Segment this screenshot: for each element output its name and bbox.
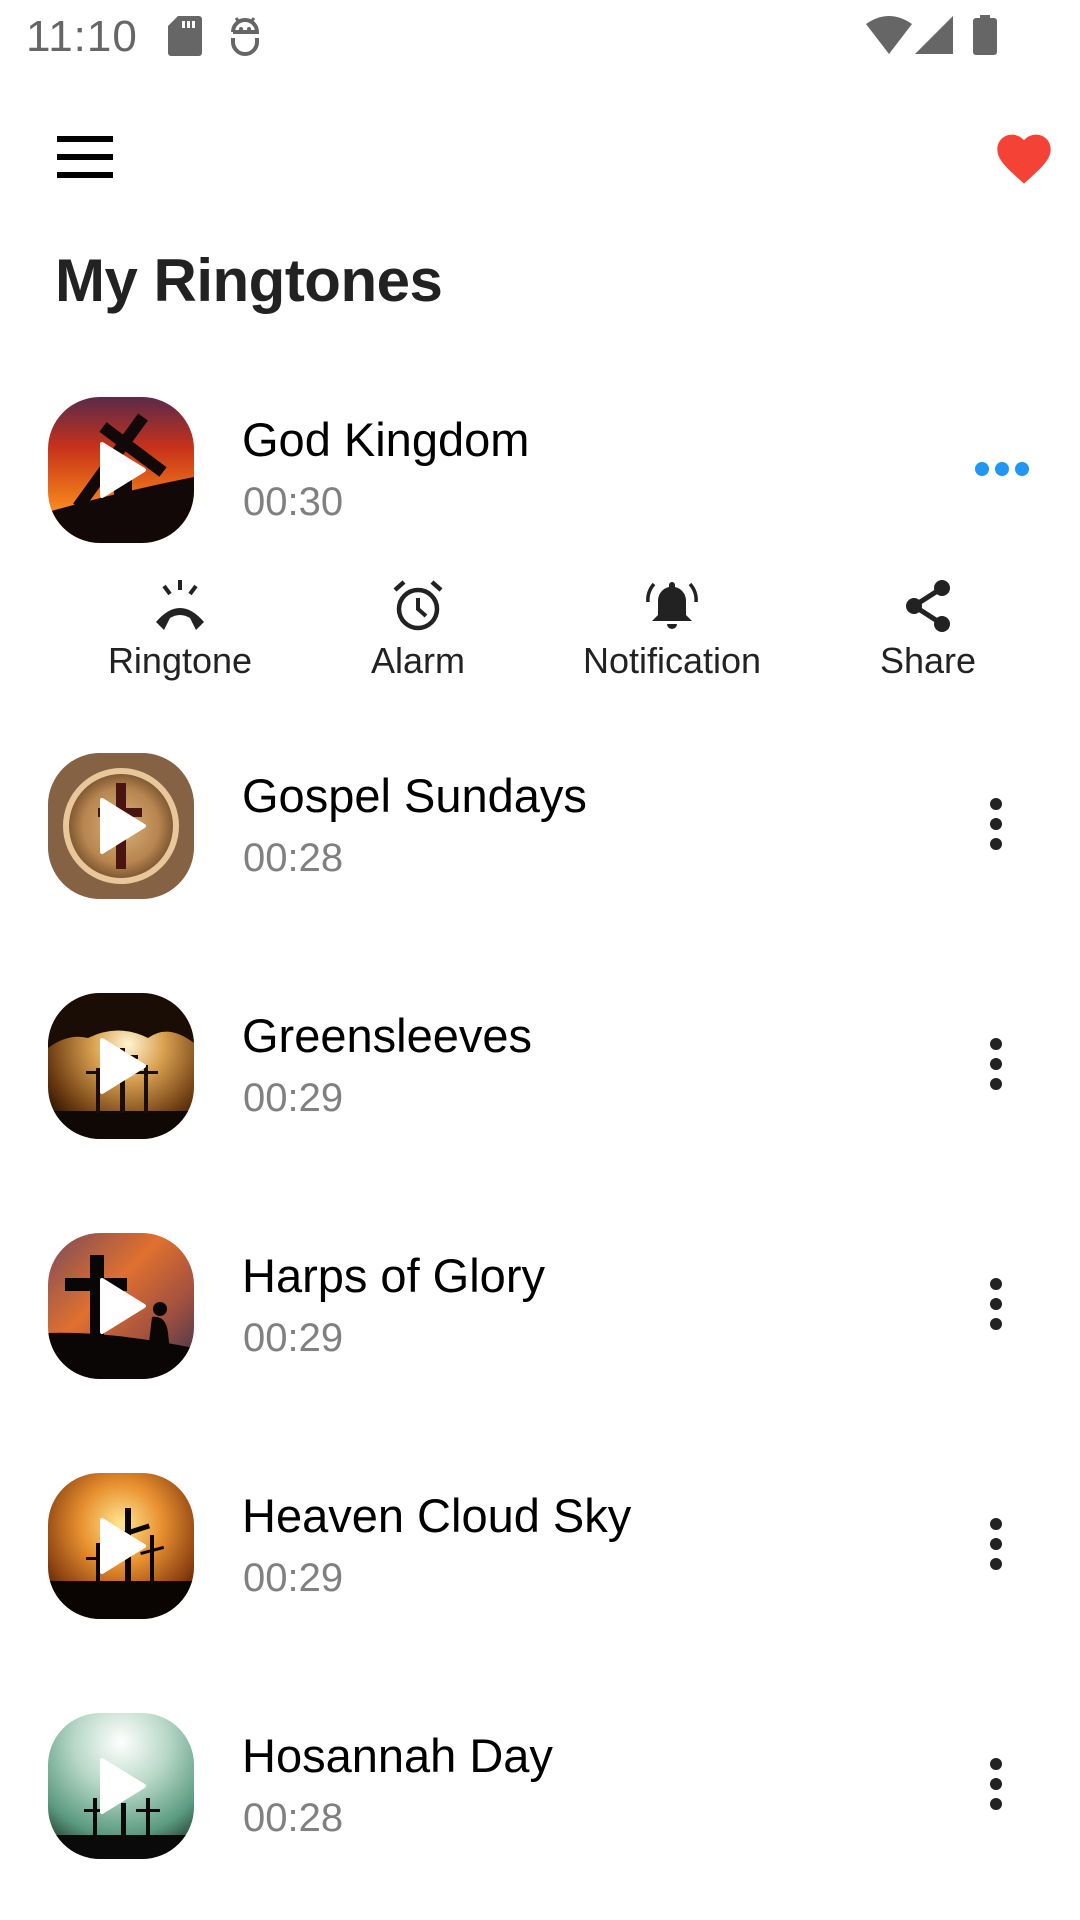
ringtone-row-harps-of-glory[interactable]: Harps of Glory 00:29 bbox=[0, 1186, 1080, 1426]
play-icon[interactable] bbox=[98, 1758, 146, 1814]
share-button[interactable]: Share bbox=[818, 578, 1038, 688]
ringtone-thumbnail[interactable] bbox=[48, 1233, 194, 1379]
ringtone-row-god-kingdom[interactable]: God Kingdom 00:30 bbox=[0, 350, 1080, 590]
play-icon[interactable] bbox=[98, 1038, 146, 1094]
battery-icon bbox=[973, 15, 997, 55]
ringtone-thumbnail[interactable] bbox=[48, 397, 194, 543]
phone-ringing-icon bbox=[156, 580, 204, 630]
ringtone-duration: 00:29 bbox=[243, 1316, 344, 1360]
wifi-icon bbox=[866, 16, 912, 54]
ringtone-row-gospel-sundays[interactable]: Gospel Sundays 00:28 bbox=[0, 706, 1080, 946]
ringtone-thumbnail[interactable] bbox=[48, 1473, 194, 1619]
share-icon bbox=[906, 580, 950, 632]
ringtone-duration: 00:29 bbox=[243, 1076, 344, 1120]
more-options-vertical-icon[interactable] bbox=[984, 1518, 1008, 1574]
status-time: 11:10 bbox=[26, 12, 138, 61]
action-label: Share bbox=[879, 640, 977, 681]
ringtone-duration: 00:28 bbox=[243, 1796, 344, 1840]
play-icon[interactable] bbox=[98, 1518, 146, 1574]
alarm-clock-icon bbox=[393, 580, 443, 631]
action-label: Notification bbox=[582, 640, 762, 681]
ringtone-row-hosannah-day[interactable]: Hosannah Day 00:28 bbox=[0, 1666, 1080, 1906]
set-ringtone-button[interactable]: Ringtone bbox=[70, 578, 290, 688]
ringtone-title: Harps of Glory bbox=[242, 1249, 545, 1302]
hamburger-menu-icon[interactable] bbox=[57, 136, 113, 178]
sd-card-icon bbox=[168, 16, 202, 56]
more-options-vertical-icon[interactable] bbox=[984, 1038, 1008, 1094]
ringtone-duration: 00:28 bbox=[243, 836, 344, 880]
bell-ringing-icon bbox=[646, 582, 698, 629]
ringtone-title: Hosannah Day bbox=[242, 1729, 553, 1782]
debug-bug-icon bbox=[231, 17, 260, 56]
play-icon[interactable] bbox=[98, 1278, 146, 1334]
ringtone-title: Gospel Sundays bbox=[242, 769, 587, 822]
ringtone-thumbnail[interactable] bbox=[48, 753, 194, 899]
set-notification-button[interactable]: Notification bbox=[562, 578, 782, 688]
ringtone-duration: 00:29 bbox=[243, 1556, 344, 1600]
cell-signal-icon bbox=[915, 16, 953, 54]
ringtone-thumbnail[interactable] bbox=[48, 993, 194, 1139]
ringtone-title: God Kingdom bbox=[242, 413, 530, 466]
page-title: My Ringtones bbox=[55, 247, 443, 314]
more-options-vertical-icon[interactable] bbox=[984, 798, 1008, 854]
ringtone-title: Greensleeves bbox=[242, 1009, 532, 1062]
more-options-vertical-icon[interactable] bbox=[984, 1758, 1008, 1814]
action-label: Alarm bbox=[370, 640, 465, 681]
set-alarm-button[interactable]: Alarm bbox=[308, 578, 528, 688]
play-icon[interactable] bbox=[98, 442, 146, 498]
play-icon[interactable] bbox=[98, 798, 146, 854]
more-options-horizontal-icon[interactable] bbox=[975, 458, 1031, 478]
more-options-vertical-icon[interactable] bbox=[984, 1278, 1008, 1334]
favorites-heart-icon[interactable] bbox=[992, 126, 1056, 186]
ringtone-title: Heaven Cloud Sky bbox=[242, 1489, 632, 1542]
ringtone-duration: 00:30 bbox=[243, 480, 344, 524]
ringtone-row-greensleeves[interactable]: Greensleeves 00:29 bbox=[0, 946, 1080, 1186]
ringtone-row-heaven-cloud-sky[interactable]: Heaven Cloud Sky 00:29 bbox=[0, 1426, 1080, 1666]
ringtone-thumbnail[interactable] bbox=[48, 1713, 194, 1859]
action-label: Ringtone bbox=[107, 640, 253, 681]
